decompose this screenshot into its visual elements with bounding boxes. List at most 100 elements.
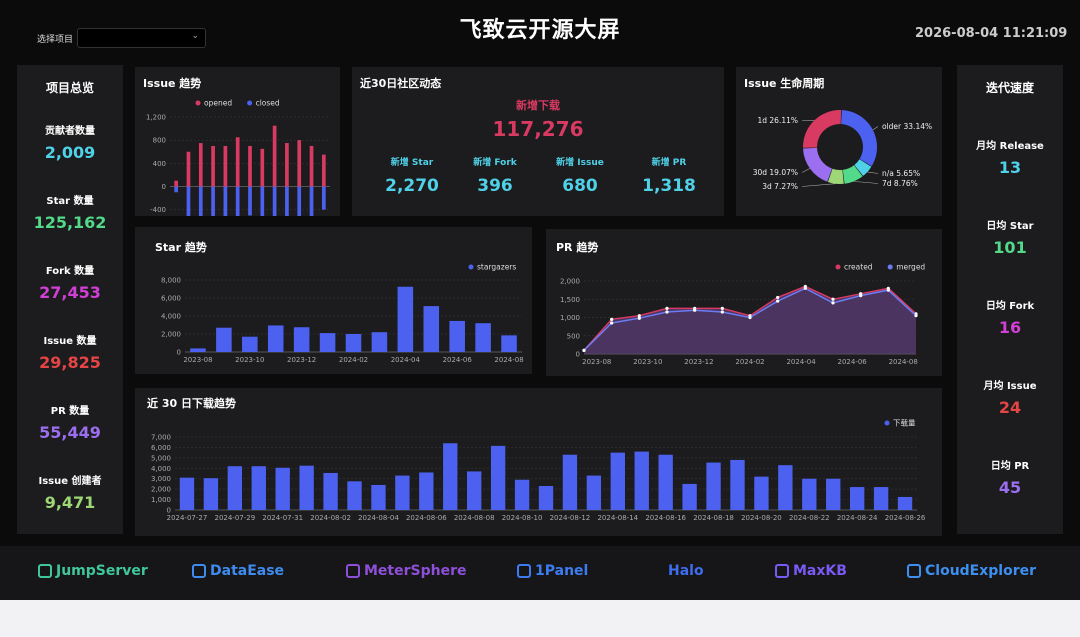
logo-metersphere[interactable]: MeterSphere (346, 563, 466, 579)
footer-strip (0, 600, 1080, 637)
legend-label: stargazers (477, 263, 516, 272)
bar (223, 186, 228, 216)
downloads-trend-panel: 近 30 日下载趋势 0 1,000 2,000 3,000 4,000 5,000 6,0… (135, 388, 942, 536)
bar (179, 477, 195, 510)
bar (248, 186, 252, 216)
bar (423, 306, 440, 352)
slice-label: 30d 19.07% (753, 168, 798, 177)
bar (730, 459, 745, 510)
bar (475, 323, 491, 352)
label-line (801, 168, 810, 173)
bar (586, 475, 602, 510)
community-stat-value: 396 (477, 176, 513, 196)
overview-item-value: 27,453 (39, 283, 101, 302)
bar (309, 145, 314, 187)
data-point (637, 316, 641, 320)
data-point (665, 306, 669, 310)
community-panel: 近30日社区动态 新增下载 117,276 新增 Star 2,270 新增 For… (352, 67, 724, 216)
downloads-value: 117,276 (492, 117, 584, 141)
x-tick-label: 2024-08-16 (645, 514, 686, 522)
bar (203, 478, 219, 510)
y-tick-label: 800 (153, 137, 166, 145)
logo-1panel[interactable]: 1Panel (517, 563, 588, 579)
pr-trend-chart: 0 500 1,000 1,500 2,000 2023-08 2023-10 2023-12… (560, 263, 925, 367)
community-stat: 新增 Star 2,270 (367, 155, 457, 196)
y-tick-label: 1,500 (560, 296, 580, 304)
legend-label: 下载量 (893, 418, 916, 428)
bar (198, 143, 203, 187)
y-tick-label: -400 (150, 206, 166, 214)
bar (211, 145, 215, 187)
logo-halo[interactable]: Halo (668, 563, 704, 579)
overview-item-label: Issue 创建者 (38, 476, 102, 487)
bar (682, 483, 697, 510)
bar (371, 484, 386, 510)
y-tick-label: 2,000 (560, 278, 580, 286)
bar (849, 487, 865, 510)
slice-label: older 33.14% (882, 122, 932, 131)
datetime: 2026-08-04 11:21:09 (915, 26, 1068, 41)
slice-label: 7d 8.76% (882, 179, 918, 188)
data-point (582, 348, 586, 352)
x-tick-label: 2024-08-06 (406, 514, 447, 522)
logo-name: JumpServer (56, 563, 148, 579)
chevron-down-icon: ⌄ (191, 31, 199, 41)
bar (706, 462, 721, 510)
data-point (914, 314, 918, 318)
pie-slice (841, 110, 877, 167)
x-tick-label: 2024-04 (786, 358, 816, 366)
overview-item-label: 贡献者数量 (45, 126, 95, 137)
bar (419, 472, 434, 510)
label-line (801, 183, 836, 187)
x-tick-label: 2024-04 (391, 356, 421, 364)
y-tick-label: 0 (177, 349, 181, 357)
iteration-item: 日均 Star 101 (957, 217, 1063, 257)
y-tick-label: 400 (153, 160, 166, 168)
logo-name: MeterSphere (364, 563, 467, 579)
overview-title: 项目总览 (45, 81, 94, 95)
community-stat: 新增 PR 1,318 (624, 155, 714, 196)
data-point (720, 306, 724, 310)
x-tick-label: 2024-07-27 (167, 514, 208, 522)
bar (514, 479, 530, 510)
logo-maxkb[interactable]: MaxKB (775, 563, 847, 579)
bar (297, 186, 302, 216)
bar (190, 348, 206, 352)
bar (319, 333, 336, 352)
bar (778, 465, 793, 510)
data-point (886, 288, 890, 292)
data-point (859, 294, 863, 298)
x-tick-label: 2023-08 (183, 356, 212, 364)
iteration-item-label: 日均 Fork (985, 301, 1035, 312)
x-tick-label: 2024-07-29 (214, 514, 255, 522)
legend-marker (887, 264, 893, 270)
community-stat-label: 新增 Star (390, 158, 434, 168)
jumpserver-icon (38, 564, 52, 578)
bar (634, 451, 649, 510)
bar (242, 336, 258, 352)
bar (275, 467, 290, 510)
iteration-item-value: 24 (998, 398, 1022, 417)
y-tick-label: 7,000 (151, 434, 171, 442)
bar (322, 186, 326, 210)
y-tick-label: 2,000 (161, 331, 181, 339)
bar (272, 186, 277, 216)
bar (347, 481, 362, 510)
x-tick-label: 2024-08-10 (502, 514, 543, 522)
overview-item: Issue 创建者 9,471 (17, 472, 123, 512)
legend-marker (884, 420, 890, 426)
legend-label: opened (204, 99, 232, 108)
x-tick-label: 2024-08-12 (550, 514, 591, 522)
x-tick-label: 2024-06 (838, 358, 868, 366)
overview-item: Fork 数量 27,453 (17, 262, 123, 302)
logo-jumpserver[interactable]: JumpServer (38, 563, 148, 579)
bar (251, 466, 266, 510)
project-select[interactable]: ⌄ (77, 28, 206, 48)
maxkb-icon (775, 564, 789, 578)
label-line (853, 181, 879, 184)
bar (272, 125, 277, 187)
x-tick-label: 2024-06 (443, 356, 473, 364)
logo-cloudexplorer[interactable]: CloudExplorer (907, 563, 1036, 579)
logo-dataease[interactable]: DataEase (192, 563, 284, 579)
overview-item-value: 29,825 (39, 353, 101, 372)
